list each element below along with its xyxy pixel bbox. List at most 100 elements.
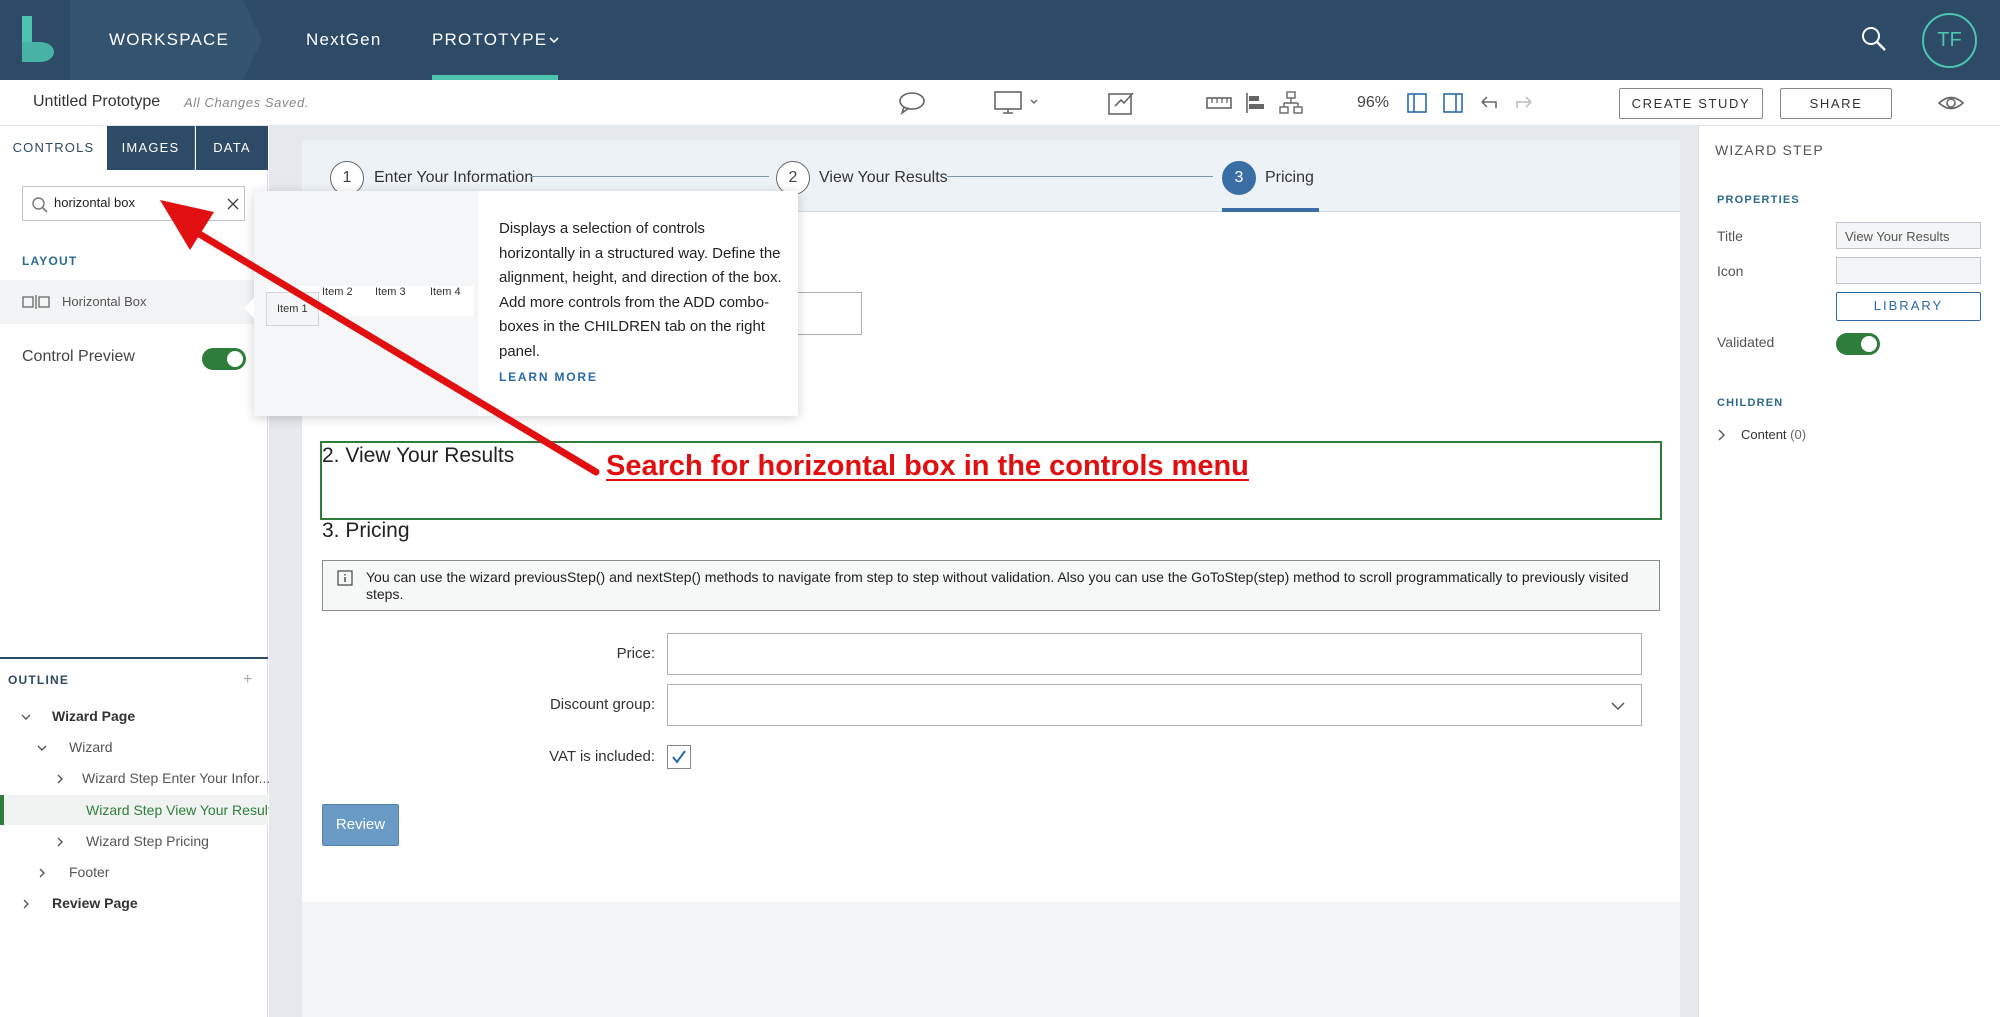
edit-canvas-icon[interactable] — [1107, 90, 1135, 116]
preview-item-1: Item 1 — [277, 303, 308, 315]
nav-workspace[interactable]: WORKSPACE — [109, 0, 229, 80]
icon-property-label: Icon — [1717, 263, 1744, 279]
info-text: You can use the wizard previousStep() an… — [366, 569, 1629, 602]
vat-checkbox[interactable] — [667, 745, 691, 769]
outline-item-step-pricing[interactable]: Wizard Step Pricing — [86, 833, 209, 849]
expand-chevron-icon[interactable] — [36, 742, 48, 754]
zoom-level[interactable]: 96% — [1357, 94, 1389, 112]
control-preview-toggle[interactable] — [202, 348, 246, 370]
top-navigation-bar: WORKSPACE NextGen PROTOTYPE TF — [0, 0, 2000, 80]
content-label: Content — [1741, 427, 1787, 442]
share-button[interactable]: SHARE — [1780, 88, 1892, 119]
tab-data[interactable]: DATA — [196, 126, 268, 170]
review-button[interactable]: Review — [322, 804, 399, 846]
right-properties-panel: WIZARD STEP PROPERTIES Title View Your R… — [1698, 126, 2000, 1017]
save-status: All Changes Saved. — [184, 95, 309, 110]
control-preview-label: Control Preview — [22, 348, 135, 365]
title-property-label: Title — [1717, 228, 1743, 244]
outline-item-review-page[interactable]: Review Page — [52, 895, 138, 911]
app-logo-icon[interactable] — [18, 14, 56, 62]
clear-search-icon[interactable] — [227, 198, 239, 210]
outline-divider — [0, 657, 268, 659]
step1-input-field[interactable] — [790, 292, 862, 335]
device-preview-icon[interactable] — [993, 90, 1041, 116]
collapse-chevron-icon[interactable] — [54, 836, 66, 848]
tab-controls[interactable]: CONTROLS — [0, 126, 107, 170]
active-step-indicator — [1222, 208, 1319, 212]
info-message: You can use the wizard previousStep() an… — [322, 560, 1660, 611]
validated-label: Validated — [1717, 334, 1775, 350]
left-panel-toggle-icon[interactable] — [1406, 90, 1428, 116]
wizard-step-2-number[interactable]: 2 — [776, 161, 810, 195]
ruler-icon[interactable] — [1205, 90, 1233, 116]
price-label: Price: — [616, 645, 655, 662]
editor-toolbar: Untitled Prototype All Changes Saved. 96… — [0, 80, 2000, 126]
wizard-step-1-label[interactable]: Enter Your Information — [374, 169, 533, 187]
left-panel: CONTROLS IMAGES DATA horizontal box LAYO… — [0, 126, 268, 1017]
control-item-horizontal-box[interactable]: Horizontal Box — [0, 280, 268, 324]
outline-item-step-view-results[interactable]: Wizard Step View Your Results — [86, 802, 279, 818]
sitemap-icon[interactable] — [1278, 90, 1304, 116]
comment-icon[interactable] — [898, 90, 926, 116]
title-property-input[interactable]: View Your Results — [1836, 222, 1981, 249]
checkmark-icon — [672, 750, 686, 764]
info-icon — [337, 570, 353, 586]
chevron-down-icon — [1611, 702, 1625, 711]
wizard-step-1-number[interactable]: 1 — [330, 161, 364, 195]
collapse-chevron-icon[interactable] — [54, 773, 66, 785]
discount-group-select[interactable] — [667, 684, 1642, 726]
canvas-edge — [1680, 126, 1698, 1017]
wizard-connector — [947, 176, 1213, 177]
properties-section-label: PROPERTIES — [1717, 194, 1800, 206]
outline-item-footer[interactable]: Footer — [69, 864, 109, 880]
avatar[interactable]: TF — [1922, 13, 1977, 68]
outline-item-wizard-page[interactable]: Wizard Page — [52, 708, 135, 724]
layout-section-label: LAYOUT — [22, 254, 78, 268]
control-item-label: Horizontal Box — [62, 294, 147, 309]
preview-eye-icon[interactable] — [1937, 92, 1965, 114]
section-title-results: 2. View Your Results — [322, 444, 515, 467]
expand-children-icon[interactable] — [1717, 429, 1727, 441]
content-count: (0) — [1790, 427, 1807, 442]
nav-prototype[interactable]: PROTOTYPE — [432, 0, 547, 80]
outline-item-step-enter-info[interactable]: Wizard Step Enter Your Infor... — [82, 770, 270, 786]
validated-toggle[interactable] — [1836, 333, 1880, 355]
chevron-down-icon[interactable] — [548, 36, 560, 44]
annotation-text: Search for horizontal box in the control… — [606, 450, 1249, 482]
panel-title: WIZARD STEP — [1715, 142, 1824, 158]
children-content-label[interactable]: Content (0) — [1741, 427, 1806, 442]
collapse-chevron-icon[interactable] — [20, 898, 32, 910]
outline-add-icon[interactable]: + — [243, 671, 252, 689]
horizontal-box-icon — [22, 295, 50, 309]
document-title[interactable]: Untitled Prototype — [33, 93, 160, 111]
collapse-chevron-icon[interactable] — [36, 867, 48, 879]
vat-label: VAT is included: — [549, 748, 655, 765]
tab-images[interactable]: IMAGES — [107, 126, 195, 170]
wizard-step-2-label[interactable]: View Your Results — [819, 169, 948, 187]
preview-item-2: Item 2 — [322, 286, 353, 298]
preview-item-4: Item 4 — [430, 286, 461, 298]
search-icon[interactable] — [1860, 25, 1888, 53]
tooltip-description: Displays a selection of controls horizon… — [499, 220, 782, 360]
children-section-label: CHILDREN — [1717, 397, 1784, 409]
wizard-step-3-number[interactable]: 3 — [1222, 161, 1256, 195]
create-study-button[interactable]: CREATE STUDY — [1619, 88, 1763, 119]
expand-chevron-icon[interactable] — [20, 711, 32, 723]
align-icon[interactable] — [1243, 90, 1267, 116]
right-panel-toggle-icon[interactable] — [1442, 90, 1464, 116]
undo-icon[interactable] — [1478, 90, 1500, 116]
control-preview-tooltip: Item 1 Item 2 Item 3 Item 4 Displays a s… — [244, 191, 798, 416]
wizard-connector — [531, 176, 769, 177]
discount-group-label: Discount group: — [549, 696, 655, 713]
library-button[interactable]: LIBRARY — [1836, 292, 1981, 321]
page-footer-area — [302, 902, 1680, 1017]
preview-item-3: Item 3 — [375, 286, 406, 298]
wizard-step-3-label[interactable]: Pricing — [1265, 169, 1314, 187]
nav-nextgen[interactable]: NextGen — [306, 0, 382, 80]
outline-item-wizard[interactable]: Wizard — [69, 739, 113, 755]
price-input[interactable] — [667, 633, 1642, 675]
learn-more-link[interactable]: LEARN MORE — [499, 370, 598, 384]
icon-property-input[interactable] — [1836, 257, 1981, 284]
redo-icon[interactable] — [1513, 90, 1535, 116]
control-search-input[interactable]: horizontal box — [22, 186, 245, 221]
